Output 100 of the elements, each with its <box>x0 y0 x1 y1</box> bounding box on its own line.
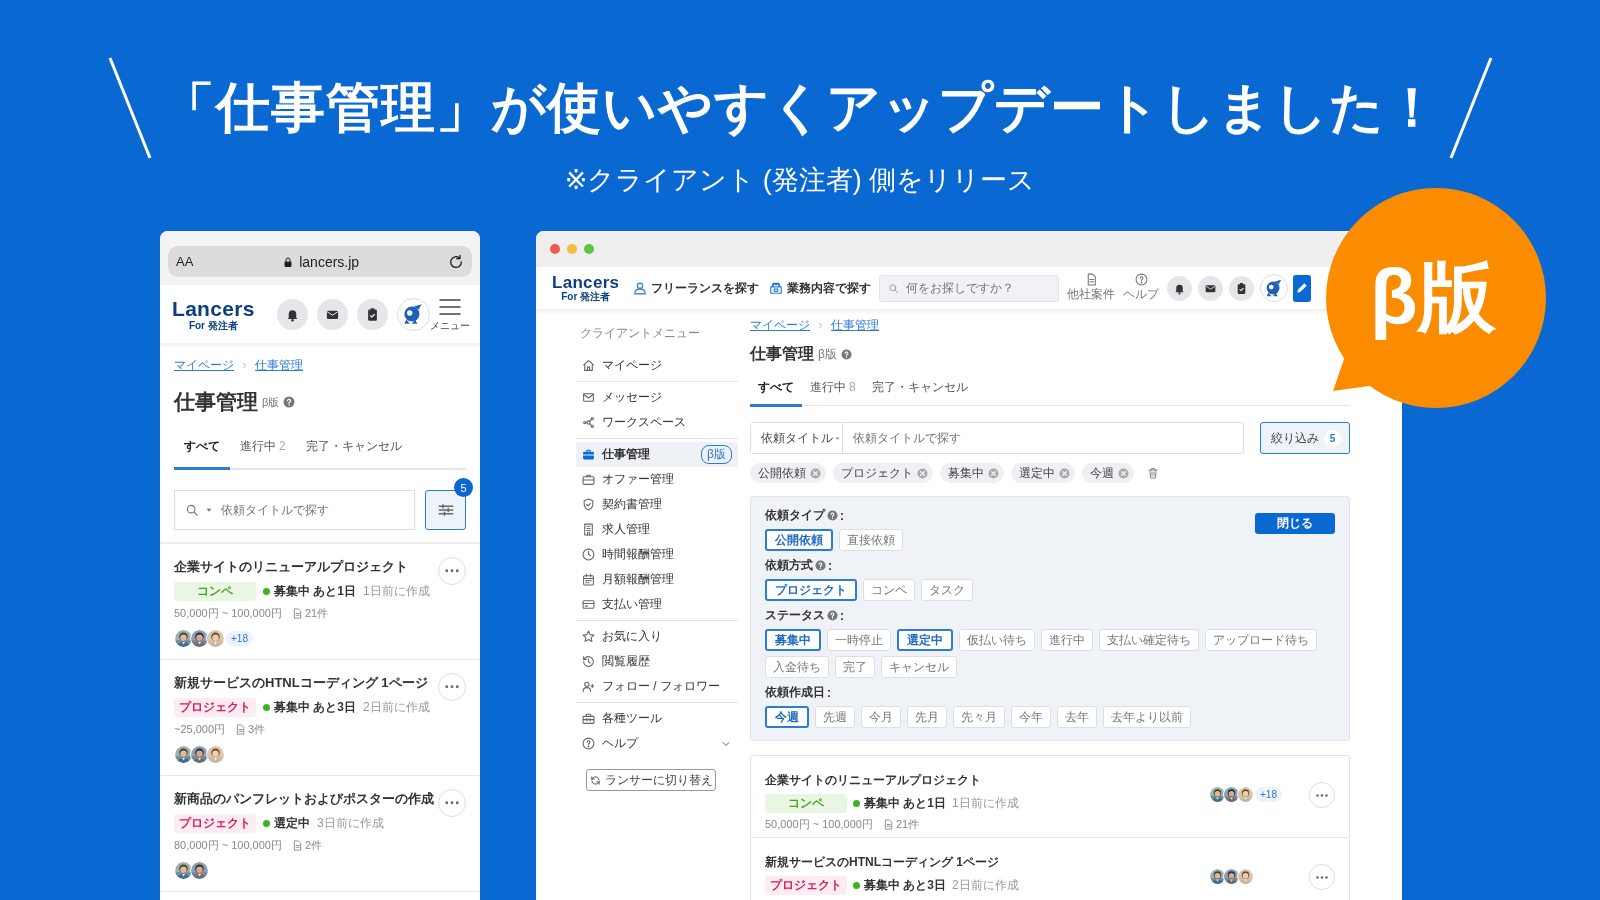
logo[interactable]: Lancers For 発注者 <box>552 274 620 302</box>
filter-option[interactable]: 直接依頼 <box>839 529 903 551</box>
filter-option[interactable]: キャンセル <box>881 656 957 678</box>
help-icon[interactable] <box>827 610 838 621</box>
sidebar-item[interactable]: 時間報酬管理 <box>576 542 738 567</box>
filter-option[interactable]: 今月 <box>861 706 901 728</box>
filter-option[interactable]: 去年 <box>1057 706 1097 728</box>
sidebar-item[interactable]: メッセージ <box>576 385 738 410</box>
notification-button[interactable] <box>276 298 308 330</box>
notification-button[interactable] <box>1167 275 1193 301</box>
help-icon[interactable] <box>815 560 826 571</box>
filter-chip[interactable]: 今週 <box>1082 463 1134 483</box>
search-field[interactable]: 何をお探しですか？ <box>879 274 1060 302</box>
message-button[interactable] <box>1198 275 1224 301</box>
job-title[interactable]: 新規サービスのHTNLコーディング 1ページ <box>765 854 999 871</box>
more-button[interactable] <box>438 557 466 585</box>
filter-option[interactable]: コンペ <box>863 579 915 601</box>
filter-option[interactable]: 去年より以前 <box>1103 706 1191 728</box>
sidebar-item[interactable]: ワークスペース <box>576 410 738 435</box>
filter-option[interactable]: 先月 <box>907 706 947 728</box>
document-icon <box>291 840 303 851</box>
breadcrumb-link[interactable]: マイページ <box>750 317 810 334</box>
filter-option[interactable]: 一時停止 <box>827 629 891 651</box>
job-title[interactable]: 企業サイトのリニューアルプロジェクト <box>174 558 408 576</box>
sidebar-item[interactable]: 閲覧履歴 <box>576 649 738 674</box>
filter-label: 依頼タイプ <box>765 507 825 524</box>
filter-chip[interactable]: 選定中 <box>1011 463 1075 483</box>
task-button[interactable] <box>356 298 388 330</box>
filter-option[interactable]: 先週 <box>815 706 855 728</box>
sidebar-item[interactable]: 仕事管理 β版 <box>576 442 738 467</box>
filter-option[interactable]: 公開依頼 <box>765 529 833 551</box>
sidebar-item[interactable]: 月額報酬管理 <box>576 567 738 592</box>
search-scope-dropdown[interactable]: 依頼タイトル <box>751 423 843 453</box>
filter-option[interactable]: 選定中 <box>897 629 953 651</box>
filter-option[interactable]: 今週 <box>765 706 809 728</box>
filter-chip[interactable]: 募集中 <box>940 463 1004 483</box>
breadcrumb-link[interactable]: 仕事管理 <box>831 317 879 334</box>
filter-option[interactable]: 進行中 <box>1041 629 1093 651</box>
filter-option[interactable]: 今年 <box>1011 706 1051 728</box>
filter-option[interactable]: プロジェクト <box>765 579 857 601</box>
breadcrumb-link[interactable]: マイページ <box>174 357 234 374</box>
search-field[interactable]: 依頼タイトル 依頼タイトルで探す <box>750 422 1244 454</box>
beta-label: β版 <box>818 346 837 363</box>
tab[interactable]: 完了・キャンセル <box>295 438 412 470</box>
switch-button[interactable]: ランサーに切り替え <box>586 769 716 791</box>
tab[interactable]: 進行中 8 <box>802 379 864 407</box>
more-button[interactable] <box>1309 782 1335 808</box>
logo[interactable]: Lancers For 発注者 <box>172 297 255 331</box>
message-button[interactable] <box>316 298 348 330</box>
menu-button[interactable]: メニュー <box>430 295 470 333</box>
filter-option[interactable]: 支払い確定待ち <box>1099 629 1199 651</box>
job-title[interactable]: 新規サービスのHTNLコーディング 1ページ <box>174 674 428 692</box>
close-window-button[interactable] <box>550 244 560 254</box>
post-button[interactable] <box>1293 274 1312 302</box>
sidebar-item[interactable]: フォロー / フォロワー <box>576 674 738 699</box>
job-title[interactable]: 新商品のパンフレットおよびポスターの作成 <box>174 790 434 808</box>
created-date: 1日前に作成 <box>363 583 430 600</box>
help-icon[interactable] <box>827 510 838 521</box>
filter-chip[interactable]: 公開依頼 <box>750 463 826 483</box>
home-icon <box>582 359 595 372</box>
sidebar-item[interactable]: 契約書管理 <box>576 492 738 517</box>
search-field[interactable]: 依頼タイトルで探す <box>174 490 415 530</box>
toolbar-link[interactable]: 他社案件 <box>1067 273 1116 303</box>
tab[interactable]: すべて <box>750 379 802 407</box>
more-button[interactable] <box>438 789 466 817</box>
filter-button[interactable]: 絞り込み 5 <box>1260 422 1350 454</box>
text-size-button[interactable]: AA <box>176 254 194 269</box>
colon: : <box>840 508 844 523</box>
tab[interactable]: 完了・キャンセル <box>863 379 976 407</box>
filter-option[interactable]: 入金待ち <box>765 656 829 678</box>
search-input[interactable]: 何をお探しですか？ <box>904 280 1051 296</box>
job-title[interactable]: 企業サイトのリニューアルプロジェクト <box>765 772 981 789</box>
filter-option[interactable]: タスク <box>921 579 973 601</box>
more-button[interactable] <box>438 673 466 701</box>
address-bar[interactable]: AA lancers.jp <box>168 246 472 277</box>
sidebar-item[interactable]: ヘルプ <box>576 731 738 756</box>
filter-chip[interactable]: プロジェクト <box>833 463 933 483</box>
sidebar-item[interactable]: 求人管理 <box>576 517 738 542</box>
filter-option[interactable]: 先々月 <box>953 706 1005 728</box>
sidebar-item[interactable]: 支払い管理 <box>576 592 738 617</box>
tab[interactable]: 進行中 2 <box>230 438 296 470</box>
nav-link[interactable]: 業務内容で探す <box>769 279 872 297</box>
tab[interactable]: すべて <box>174 438 230 470</box>
breadcrumb-link[interactable]: 仕事管理 <box>255 357 303 374</box>
more-button[interactable] <box>1309 864 1335 890</box>
filter-button[interactable] <box>425 490 466 530</box>
filter-option[interactable]: アップロード待ち <box>1205 629 1317 651</box>
filter-option[interactable]: 募集中 <box>765 629 821 651</box>
sidebar-item[interactable]: マイページ <box>576 353 738 378</box>
filter-option[interactable]: 仮払い待ち <box>959 629 1035 651</box>
nav-link[interactable]: フリーランスを探す <box>633 279 760 297</box>
sidebar-item[interactable]: オファー管理 <box>576 467 738 492</box>
search-input[interactable]: 依頼タイトルで探す <box>219 502 404 518</box>
toolbar-link[interactable]: ヘルプ <box>1123 273 1160 303</box>
close-button[interactable]: 閉じる <box>1255 513 1335 534</box>
sidebar-item[interactable]: 各種ツール <box>576 706 738 731</box>
filter-option[interactable]: 完了 <box>835 656 875 678</box>
search-input[interactable]: 依頼タイトルで探す <box>843 431 1243 445</box>
sidebar-item[interactable]: お気に入り <box>576 624 738 649</box>
task-button[interactable] <box>1229 275 1255 301</box>
